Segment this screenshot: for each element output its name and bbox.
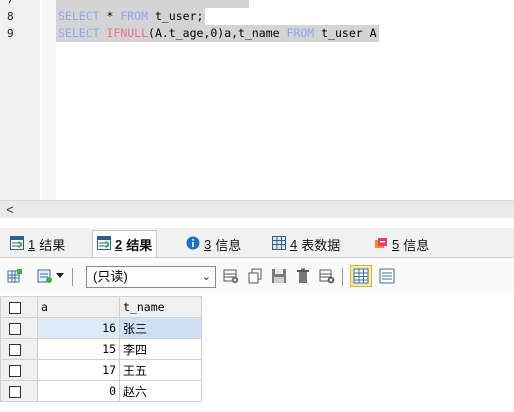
export-icon[interactable] xyxy=(36,267,54,285)
tab-number: 5 xyxy=(392,236,400,252)
row-checkbox-cell[interactable] xyxy=(0,338,38,360)
readonly-mode-select[interactable]: (只读) ⌄ xyxy=(86,266,216,288)
table-result-icon xyxy=(10,235,24,253)
tab-number: 3 xyxy=(204,236,212,252)
checkbox-icon[interactable] xyxy=(9,322,21,335)
tab-label: 表数据 xyxy=(301,237,341,253)
text-view-icon[interactable] xyxy=(378,267,396,285)
tab-number: 2 xyxy=(115,236,123,252)
duplicate-row-icon[interactable] xyxy=(246,267,264,285)
cell-t-name[interactable]: 张三 xyxy=(119,317,202,339)
readonly-mode-value: (只读) xyxy=(93,269,128,284)
scroll-left-arrow-icon[interactable]: < xyxy=(2,202,18,217)
checkbox-icon[interactable] xyxy=(9,385,21,398)
tab-label: 结果 xyxy=(39,237,66,253)
sql-keyword: SELECT xyxy=(58,9,100,23)
tab-1[interactable]: 1 结果 xyxy=(6,231,69,257)
cancel-changes-icon[interactable] xyxy=(318,267,336,285)
info-icon xyxy=(186,236,200,253)
sql-text: t_user A xyxy=(314,26,377,40)
sql-keyword: FROM xyxy=(120,9,149,23)
tab-number: 1 xyxy=(28,236,36,252)
tab-number: 4 xyxy=(290,236,298,252)
column-header-a[interactable]: a xyxy=(37,296,120,318)
toolbar-separator xyxy=(342,268,343,286)
toolbar-separator xyxy=(72,268,73,286)
profile-info-icon xyxy=(374,236,388,253)
table-row[interactable]: 0 赵六 xyxy=(0,380,202,402)
export-dropdown-icon[interactable] xyxy=(54,267,66,285)
line-number: 7 xyxy=(0,0,22,8)
cell-t-name[interactable]: 李四 xyxy=(119,338,202,360)
checkbox-icon[interactable] xyxy=(9,343,21,356)
grid-view-icon[interactable] xyxy=(350,265,372,287)
cell-a[interactable]: 17 xyxy=(37,359,120,381)
code-line[interactable]: SELECT * FROM t_user; xyxy=(56,8,206,25)
tab-label: 信息 xyxy=(215,237,242,253)
table-row[interactable]: 17 王五 xyxy=(0,359,202,381)
checkbox-icon[interactable] xyxy=(9,301,21,314)
table-row[interactable]: 16 张三 xyxy=(0,317,202,339)
column-header-t-name[interactable]: t_name xyxy=(119,296,202,318)
tab-2[interactable]: 2 结果 xyxy=(92,230,158,257)
row-checkbox-cell[interactable] xyxy=(0,317,38,339)
sql-keyword: FROM xyxy=(286,26,315,40)
checkbox-icon[interactable] xyxy=(9,364,21,377)
row-checkbox-cell[interactable] xyxy=(0,359,38,381)
insert-row-icon[interactable] xyxy=(222,267,240,285)
table-result-icon xyxy=(97,235,111,253)
delete-icon[interactable] xyxy=(294,267,312,285)
select-all-checkbox-cell[interactable] xyxy=(0,296,38,318)
sql-text: t_user; xyxy=(148,9,204,23)
grid-header-row: a t_name xyxy=(0,296,202,318)
results-toolbar: (只读) ⌄ xyxy=(0,262,514,292)
fold-margin xyxy=(42,0,56,200)
cell-a[interactable]: 16 xyxy=(37,317,120,339)
line-number: 8 xyxy=(7,10,14,23)
code-line[interactable] xyxy=(56,0,249,8)
row-checkbox-cell[interactable] xyxy=(0,380,38,402)
tab-5[interactable]: 5 信息 xyxy=(370,231,433,257)
tab-label: 结果 xyxy=(126,237,153,253)
cell-t-name[interactable]: 赵六 xyxy=(119,380,202,402)
tab-3[interactable]: 3 信息 xyxy=(182,231,245,257)
sql-text: (A.t_age,0)a,t_name xyxy=(148,26,287,40)
horizontal-scrollbar[interactable]: < xyxy=(0,200,514,218)
result-grid[interactable]: a t_name 16 张三 15 李四 17 王五 0 赵六 xyxy=(0,296,202,402)
results-tab-bar: 1 结果 2 结果 3 信息 4 表数据 5 信息 xyxy=(0,228,514,258)
sql-editor[interactable]: 789 SELECT * FROM t_user;SELECT IFNULL(A… xyxy=(0,0,514,200)
table-data-icon xyxy=(272,235,286,253)
grid-add-icon[interactable] xyxy=(6,267,24,285)
sql-keyword: SELECT xyxy=(58,26,100,40)
code-line[interactable]: SELECT IFNULL(A.t_age,0)a,t_name FROM t_… xyxy=(56,25,379,42)
cell-t-name[interactable]: 王五 xyxy=(119,359,202,381)
table-row[interactable]: 15 李四 xyxy=(0,338,202,360)
tab-4[interactable]: 4 表数据 xyxy=(268,231,344,257)
cell-a[interactable]: 15 xyxy=(37,338,120,360)
tab-label: 信息 xyxy=(403,237,430,253)
sql-function: IFNULL xyxy=(106,26,149,40)
cell-a[interactable]: 0 xyxy=(37,380,120,402)
line-number-gutter: 7 8 9 xyxy=(0,0,40,200)
save-icon[interactable] xyxy=(270,267,288,285)
sql-text: * xyxy=(99,9,121,23)
line-number: 9 xyxy=(7,27,14,40)
chevron-down-icon: ⌄ xyxy=(201,271,211,283)
